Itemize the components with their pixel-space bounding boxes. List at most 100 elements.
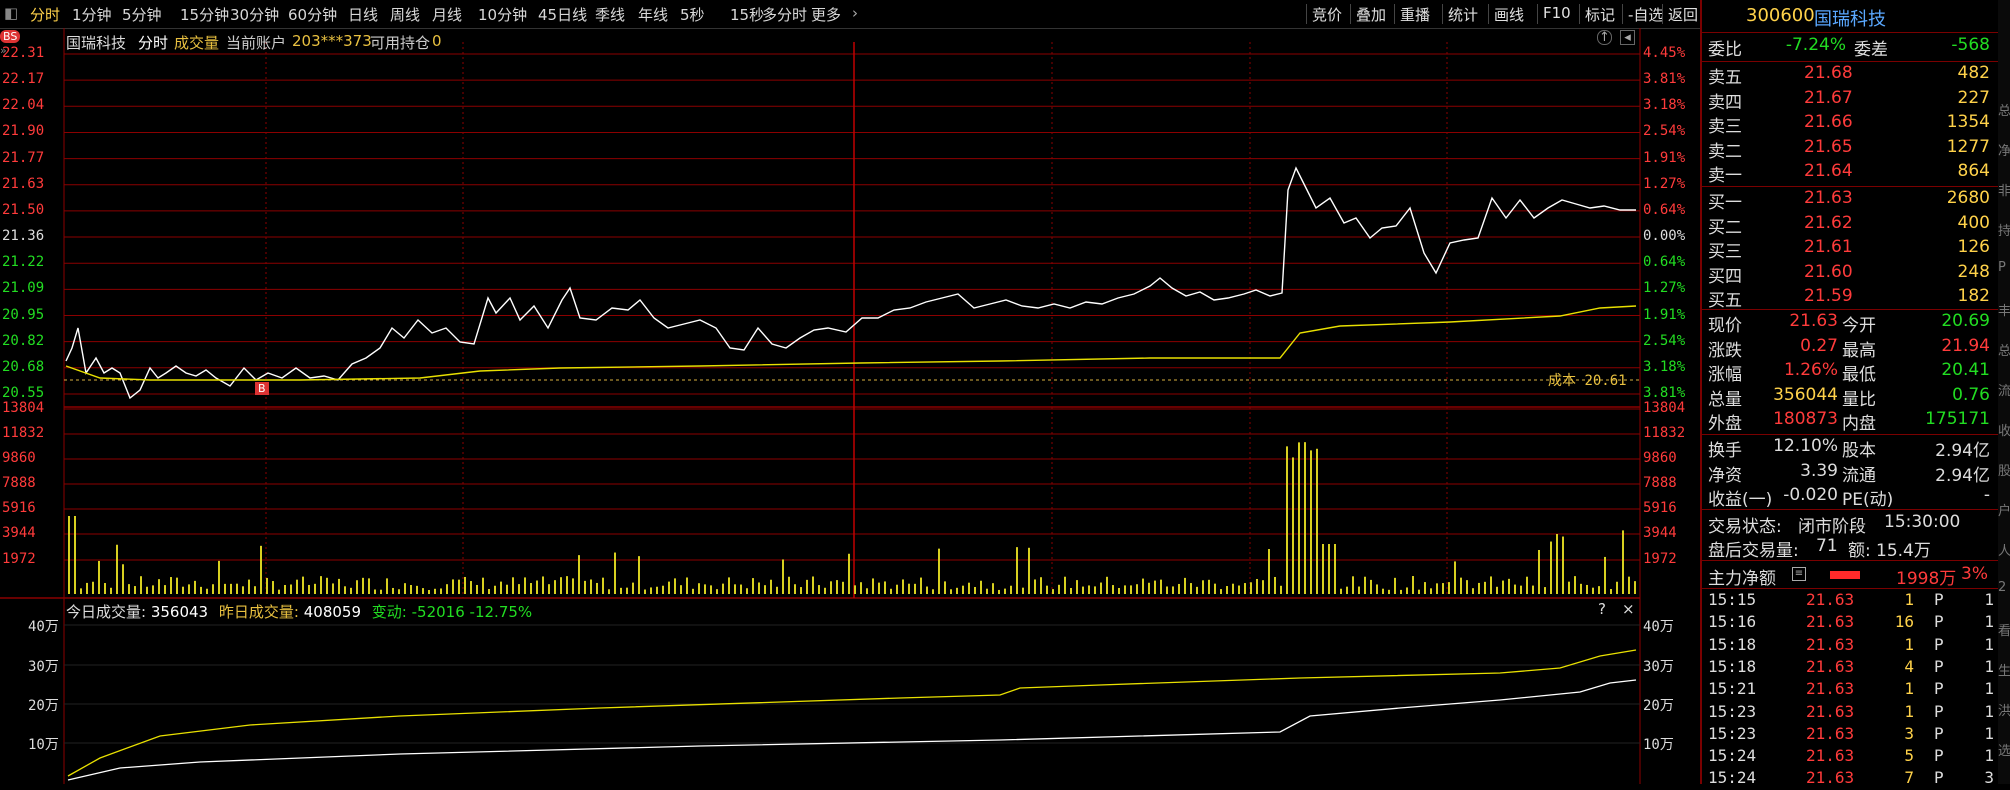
volume-bar [1148, 582, 1150, 594]
tab-period-6[interactable]: 日线 [348, 4, 378, 25]
tab-period-2[interactable]: 5分钟 [122, 4, 162, 25]
ask-level-2[interactable]: 卖二 21.65 1277 [1706, 137, 1996, 162]
quote-label: 最高 [1842, 340, 1876, 361]
stock-name[interactable]: 国瑞科技 [1814, 5, 1886, 31]
pct-axis-label: 3.18% [1643, 97, 1686, 114]
main-flow-menu-icon[interactable]: ≡ [1792, 567, 1806, 581]
tick-row[interactable]: 15:24 21.63 7 P 3 [1706, 768, 1996, 790]
toolbar-button-0[interactable]: 竞价 [1312, 4, 1342, 25]
tick-time: 15:23 [1708, 723, 1757, 743]
toolbar-button-5[interactable]: F10 [1543, 4, 1571, 22]
volume-bar [1172, 586, 1174, 594]
volume-bar [1394, 577, 1396, 594]
side-strip-char: 选 [1998, 744, 2010, 759]
tab-period-9[interactable]: 10分钟 [478, 4, 527, 25]
volume-bar [392, 587, 394, 594]
tab-period-8[interactable]: 月线 [432, 4, 462, 25]
more-chevron-icon[interactable]: › [852, 4, 858, 22]
volume-bar [1076, 580, 1078, 594]
tab-period-10[interactable]: 45日线 [538, 4, 587, 25]
level-label: 卖二 [1708, 141, 1742, 162]
volume-bar [1298, 442, 1300, 594]
bid-level-5[interactable]: 买五 21.59 182 [1706, 286, 1996, 311]
tab-period-15[interactable]: 多分时 [762, 4, 807, 25]
help-icon[interactable]: ? [1598, 600, 1606, 618]
volume-bar [932, 589, 934, 594]
tab-period-13[interactable]: 5秒 [680, 4, 705, 25]
tick-row[interactable]: 15:15 21.63 1 P 1 [1706, 590, 1996, 612]
tab-period-5[interactable]: 60分钟 [288, 4, 337, 25]
level-volume: 126 [1957, 237, 1990, 257]
toolbar-button-6[interactable]: 标记 [1585, 4, 1615, 25]
chart-collapse-icon[interactable]: ◂ [1620, 30, 1635, 45]
account-id[interactable]: 203***373 [292, 32, 372, 50]
ask-level-1[interactable]: 卖一 21.64 864 [1706, 161, 1996, 186]
ask-level-3[interactable]: 卖三 21.66 1354 [1706, 112, 1996, 137]
chart-canvas[interactable] [0, 28, 1700, 784]
tab-period-14[interactable]: 15秒 [730, 4, 764, 25]
volume-bar [590, 579, 592, 594]
volume-bar [1274, 576, 1276, 594]
volume-bar [1442, 583, 1444, 594]
level-volume: 182 [1957, 286, 1990, 306]
volume-bar [248, 579, 250, 594]
volume-bar [380, 589, 382, 594]
bs-badge[interactable]: BS [0, 30, 21, 43]
volume-bar [446, 584, 448, 594]
volume-bar [254, 586, 256, 594]
tab-period-3[interactable]: 15分钟 [180, 4, 229, 25]
volume-bar [1520, 585, 1522, 594]
tick-row[interactable]: 15:16 21.63 16 P 1 [1706, 612, 1996, 634]
volume-bar [536, 580, 538, 594]
volume-bar [1232, 583, 1234, 594]
toolbar-button-8[interactable]: 返回 [1668, 4, 1698, 25]
toolbar-button-2[interactable]: 重播 [1400, 4, 1430, 25]
ask-level-4[interactable]: 卖四 21.67 227 [1706, 88, 1996, 113]
intraday-chart[interactable]: BS » 国瑞科技 分时 成交量 当前账户 203***373 可用持仓 0 ↑… [0, 28, 1700, 784]
tick-row[interactable]: 15:23 21.63 3 P 1 [1706, 724, 1996, 746]
bid-level-1[interactable]: 买一 21.63 2680 [1706, 188, 1996, 213]
main-flow-row[interactable]: 主力净额 ≡ 1998万 3% [1706, 564, 1996, 589]
toolbar-collapse-icon[interactable]: ◧ [4, 4, 18, 22]
volume-bar [1586, 584, 1588, 594]
toolbar-button-3[interactable]: 统计 [1448, 4, 1478, 25]
volume-bar [362, 577, 364, 594]
tab-period-4[interactable]: 30分钟 [230, 4, 279, 25]
tick-row[interactable]: 15:21 21.63 1 P 1 [1706, 679, 1996, 701]
tab-period-7[interactable]: 周线 [390, 4, 420, 25]
volume-bar [356, 580, 358, 594]
tab-intraday[interactable]: 分时 [30, 4, 60, 25]
side-strip-char: 户 [1998, 504, 2010, 519]
level-price: 21.68 [1804, 63, 1853, 83]
tick-row[interactable]: 15:18 21.63 4 P 1 [1706, 657, 1996, 679]
fund-label: 流通 [1842, 465, 1876, 486]
toolbar-button-7[interactable]: -自选 [1628, 4, 1663, 25]
volume-bar [122, 564, 124, 594]
bid-level-3[interactable]: 买三 21.61 126 [1706, 237, 1996, 262]
volume-bar [782, 559, 784, 594]
volume-bar [308, 584, 310, 594]
volume-bar [740, 584, 742, 594]
fund-label: 净资 [1708, 465, 1742, 486]
cum-volume-header: 今日成交量: 356043 昨日成交量: 408059 变动: -52016 -… [66, 601, 532, 622]
bid-level-4[interactable]: 买四 21.60 248 [1706, 262, 1996, 287]
tick-row[interactable]: 15:23 21.63 1 P 1 [1706, 702, 1996, 724]
tick-price: 21.63 [1806, 701, 1855, 721]
volume-bar [182, 586, 184, 594]
close-icon[interactable]: × [1622, 600, 1635, 618]
toolbar-button-4[interactable]: 画线 [1494, 4, 1524, 25]
tab-period-1[interactable]: 1分钟 [72, 4, 112, 25]
buy-marker[interactable]: B [255, 382, 269, 395]
tick-row[interactable]: 15:18 21.63 1 P 1 [1706, 635, 1996, 657]
pct-axis-label: 1.91% [1643, 149, 1686, 166]
volume-label[interactable]: 成交量 [174, 32, 219, 53]
volume-bar [1544, 587, 1546, 594]
chart-up-icon[interactable]: ↑ [1597, 30, 1612, 45]
tick-row[interactable]: 15:24 21.63 5 P 1 [1706, 746, 1996, 768]
tab-period-11[interactable]: 季线 [595, 4, 625, 25]
toolbar-button-1[interactable]: 叠加 [1356, 4, 1386, 25]
tab-period-12[interactable]: 年线 [638, 4, 668, 25]
tab-period-16[interactable]: 更多 [811, 4, 841, 25]
ask-level-5[interactable]: 卖五 21.68 482 [1706, 63, 1996, 88]
bid-level-2[interactable]: 买二 21.62 400 [1706, 213, 1996, 238]
